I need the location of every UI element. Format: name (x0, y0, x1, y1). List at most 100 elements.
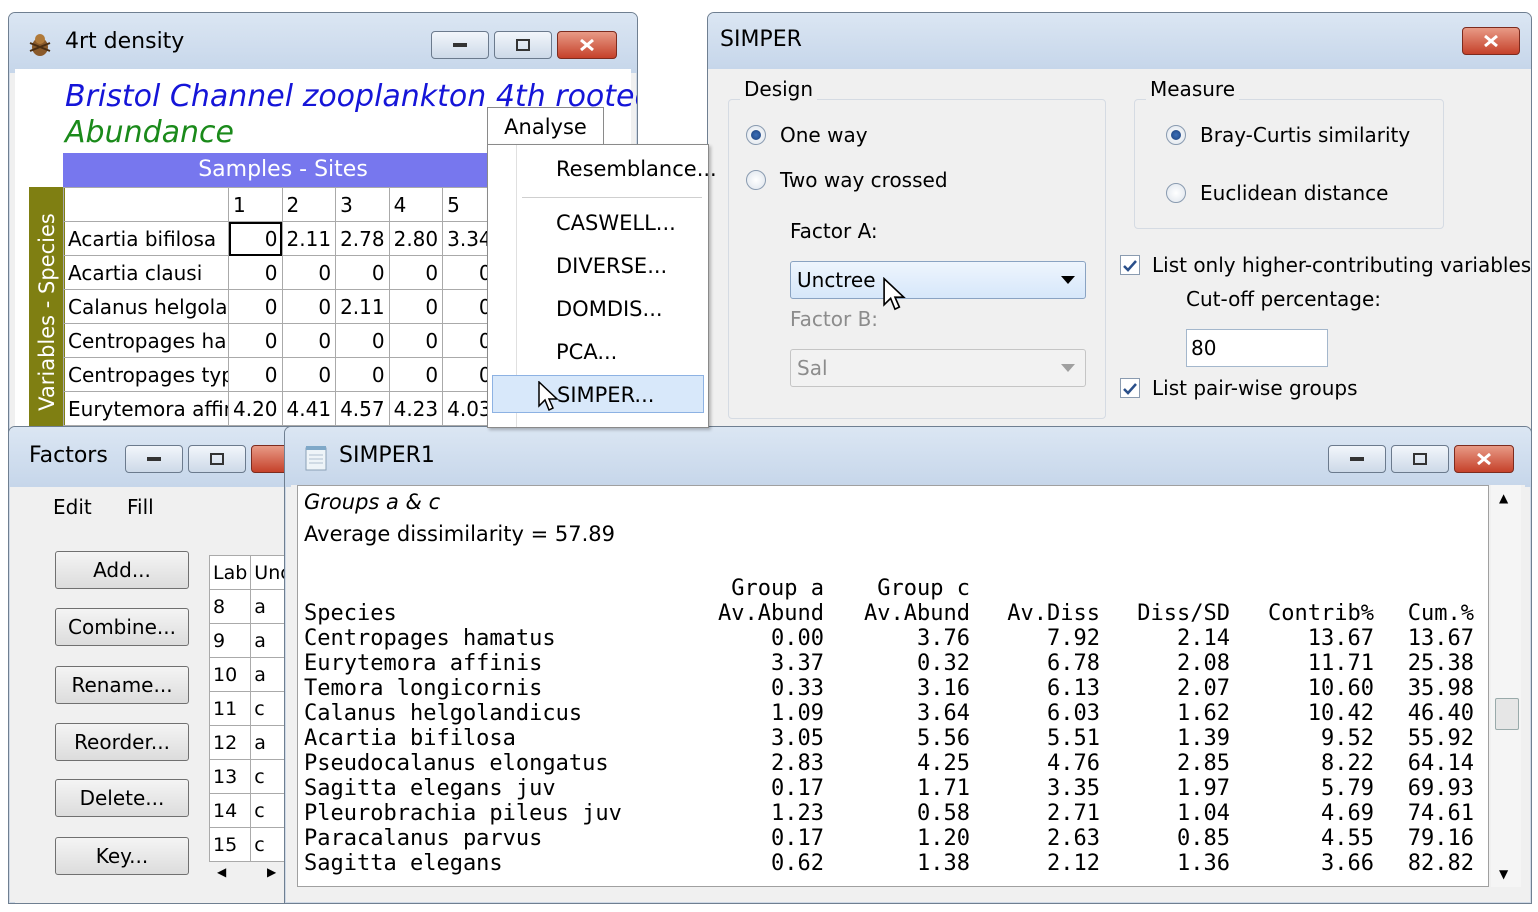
result-value: 8.22 (1321, 751, 1374, 776)
menu-item-pca[interactable]: PCA... (492, 333, 704, 371)
reorder-button[interactable]: Reorder... (55, 723, 189, 761)
data-cell[interactable]: 0 (281, 323, 337, 358)
two-way-radio[interactable] (746, 170, 766, 190)
analyse-menu-tab[interactable]: Analyse (487, 107, 604, 146)
key-button[interactable]: Key... (55, 837, 189, 875)
bray-curtis-radio[interactable] (1166, 125, 1186, 145)
delete-button[interactable]: Delete... (55, 779, 189, 817)
data-cell[interactable]: 0 (281, 357, 337, 392)
euclidean-label[interactable]: Euclidean distance (1200, 181, 1388, 205)
column-header: Diss/SD (1137, 601, 1230, 626)
row-header[interactable]: Centropages ha (63, 323, 229, 358)
label-cell[interactable]: 15 (208, 827, 252, 862)
list-higher-checkbox[interactable] (1120, 255, 1140, 275)
two-way-label[interactable]: Two way crossed (780, 168, 948, 192)
data-cell[interactable]: 0 (228, 357, 283, 392)
column-header[interactable]: 4 (388, 187, 444, 222)
row-header[interactable]: Acartia clausi (63, 255, 229, 290)
menu-item-domdis[interactable]: DOMDIS... (492, 290, 704, 328)
restore-button[interactable] (188, 445, 246, 473)
label-cell[interactable]: 10 (208, 657, 252, 692)
label-cell[interactable]: 13 (208, 759, 252, 794)
bray-curtis-label[interactable]: Bray-Curtis similarity (1200, 123, 1410, 147)
result-value: 3.66 (1321, 851, 1374, 876)
data-cell[interactable]: 0 (388, 323, 444, 358)
restore-button[interactable] (1391, 445, 1449, 473)
scroll-down-icon[interactable]: ▼ (1499, 867, 1508, 881)
data-cell[interactable]: 0 (388, 255, 444, 290)
row-header[interactable]: Calanus helgolar (63, 289, 229, 324)
combine-button[interactable]: Combine... (55, 608, 189, 646)
column-header[interactable]: 2 (281, 187, 337, 222)
data-cell[interactable]: 4.57 (335, 391, 390, 426)
data-cell[interactable]: 2.80 (388, 221, 444, 256)
close-button[interactable] (1454, 445, 1514, 473)
menu-item-diverse[interactable]: DIVERSE... (492, 247, 704, 285)
data-cell[interactable]: 0 (228, 323, 283, 358)
column-header[interactable]: Lab (208, 555, 252, 590)
one-way-radio[interactable] (746, 125, 766, 145)
result-value: 4.76 (1047, 751, 1100, 776)
samples-header: Samples - Sites (63, 153, 503, 187)
result-value: 5.56 (917, 726, 970, 751)
scrollbar-thumb[interactable] (1495, 698, 1519, 730)
close-button[interactable] (557, 31, 617, 59)
data-cell[interactable]: 0 (335, 323, 390, 358)
label-cell[interactable]: 11 (208, 691, 252, 726)
menu-item-simper[interactable]: SIMPER... (492, 375, 704, 413)
menu-fill[interactable]: Fill (127, 495, 154, 519)
row-header[interactable]: Acartia bifilosa (63, 221, 229, 256)
close-button[interactable] (1462, 27, 1520, 55)
data-cell[interactable]: 0 (388, 357, 444, 392)
vertical-scrollbar[interactable]: ▲ ▼ (1491, 485, 1521, 887)
simper-output-text[interactable]: Groups a & c Average dissimilarity = 57.… (297, 485, 1489, 887)
result-value: 11.71 (1307, 651, 1374, 676)
minimize-button[interactable] (1328, 445, 1386, 473)
data-cell[interactable]: 0 (335, 357, 390, 392)
data-cell[interactable]: 4.41 (281, 391, 337, 426)
data-cell[interactable]: 2.11 (335, 289, 390, 324)
data-cell[interactable]: 0 (388, 289, 444, 324)
add-button[interactable]: Add... (55, 551, 189, 589)
euclidean-radio[interactable] (1166, 183, 1186, 203)
scroll-left-icon[interactable]: ◀ (217, 865, 226, 879)
label-cell[interactable]: 12 (208, 725, 252, 760)
data-cell[interactable]: 0 (281, 289, 337, 324)
cutoff-input[interactable]: 80 (1186, 329, 1328, 367)
label-cell[interactable]: 9 (208, 623, 252, 658)
data-cell[interactable]: 4.23 (388, 391, 444, 426)
list-higher-label[interactable]: List only higher-contributing variables (1152, 253, 1531, 277)
data-cell[interactable]: 0 (228, 289, 283, 324)
row-header[interactable]: Eurytemora affin (63, 391, 229, 426)
restore-button[interactable] (494, 31, 552, 59)
column-header[interactable]: 3 (335, 187, 390, 222)
label-cell[interactable]: 14 (208, 793, 252, 828)
data-cell[interactable]: 2.78 (335, 221, 390, 256)
menu-item-caswell[interactable]: CASWELL... (492, 204, 704, 242)
label-cell[interactable]: 8 (208, 589, 252, 624)
column-header[interactable]: 1 (228, 187, 283, 222)
data-cell[interactable]: 2.11 (281, 221, 337, 256)
row-header[interactable]: Centropages typ (63, 357, 229, 392)
menu-item-resemblance[interactable]: Resemblance... (492, 150, 717, 188)
scroll-up-icon[interactable]: ▲ (1499, 491, 1508, 505)
menu-edit[interactable]: Edit (53, 495, 92, 519)
factor-a-select[interactable]: Unctree (790, 261, 1086, 299)
data-cell[interactable]: 4.20 (228, 391, 283, 426)
list-pairwise-checkbox[interactable] (1120, 378, 1140, 398)
species-name: Acartia bifilosa (304, 726, 516, 751)
rename-button[interactable]: Rename... (55, 666, 189, 704)
factor-b-select[interactable]: Sal (790, 349, 1086, 387)
simper-titlebar[interactable] (708, 13, 1531, 69)
result-value: 10.42 (1307, 701, 1374, 726)
data-cell[interactable]: 0 (335, 255, 390, 290)
scroll-right-icon[interactable]: ▶ (267, 865, 276, 879)
data-cell[interactable]: 0 (281, 255, 337, 290)
minimize-button[interactable] (431, 31, 489, 59)
minimize-button[interactable] (125, 445, 183, 473)
data-cell[interactable]: 0 (228, 221, 283, 256)
list-pairwise-label[interactable]: List pair-wise groups (1152, 376, 1358, 400)
result-value: 1.04 (1177, 801, 1230, 826)
one-way-label[interactable]: One way (780, 123, 868, 147)
data-cell[interactable]: 0 (228, 255, 283, 290)
